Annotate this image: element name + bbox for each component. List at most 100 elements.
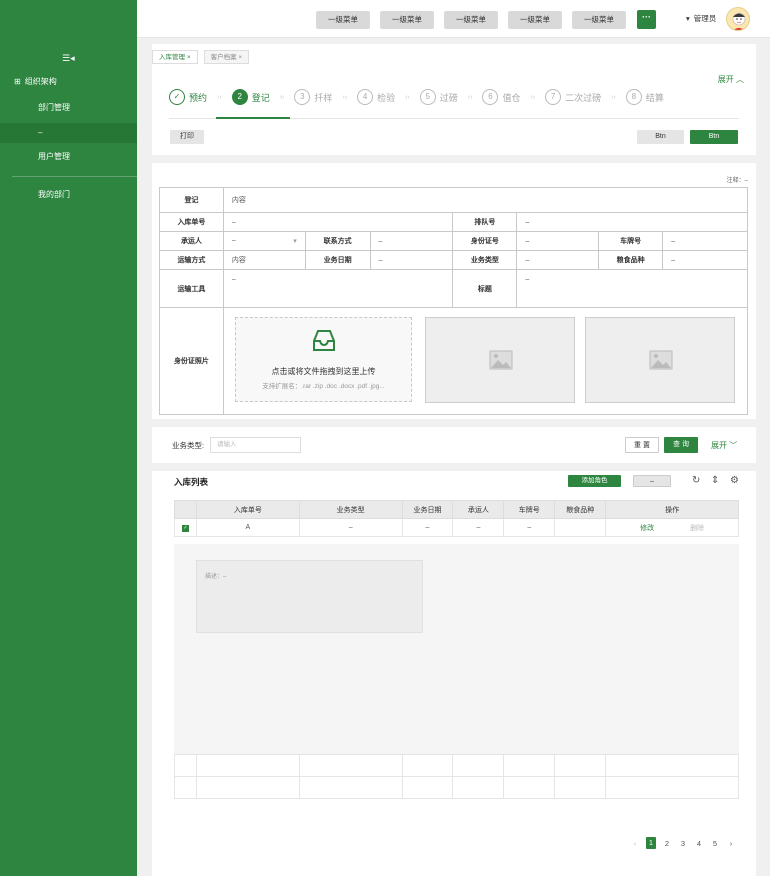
avatar[interactable]: [726, 7, 750, 31]
reset-button[interactable]: 重 置: [625, 437, 659, 453]
step-2[interactable]: 2 登记 ››: [231, 89, 284, 105]
label-date: 业务日期: [304, 250, 371, 270]
label-order: 入库单号: [159, 212, 224, 232]
step-4[interactable]: 4 检验 ››: [357, 89, 410, 105]
prev-page-icon[interactable]: ‹: [630, 839, 640, 848]
transport-field[interactable]: 内容: [222, 250, 306, 270]
sidebar-item-my-dept[interactable]: 我的部门: [0, 185, 137, 205]
page-4[interactable]: 4: [694, 839, 704, 848]
grain-field[interactable]: –: [662, 250, 748, 270]
contact-field[interactable]: –: [369, 231, 454, 251]
close-icon[interactable]: ×: [238, 54, 242, 61]
close-icon[interactable]: ×: [187, 54, 191, 61]
idcard-field[interactable]: –: [516, 231, 600, 251]
step-1[interactable]: ✓ 预约 ››: [169, 89, 222, 105]
description-box: 描述：–: [196, 560, 423, 633]
filter-label: 业务类型:: [172, 441, 205, 450]
top-menu-5[interactable]: 一级菜单: [572, 11, 626, 29]
upload-text: 点击或将文件拖拽到这里上传: [271, 367, 376, 376]
cell-plate: –: [503, 518, 556, 537]
step-6[interactable]: 6 值仓 ››: [482, 89, 535, 105]
biztype-field[interactable]: –: [516, 250, 600, 270]
page-1[interactable]: 1: [646, 837, 656, 849]
pagination: ‹ 1 2 3 4 5 ›: [630, 837, 736, 849]
step-3[interactable]: 3 扦样 ››: [294, 89, 347, 105]
top-menu-2[interactable]: 一级菜单: [380, 11, 434, 29]
page-5[interactable]: 5: [710, 839, 720, 848]
expand-toggle[interactable]: 展开 ︿: [718, 74, 744, 85]
top-menu-4[interactable]: 一级菜单: [508, 11, 562, 29]
print-button[interactable]: 打印: [170, 130, 204, 144]
upload-dropzone[interactable]: 点击或将文件拖拽到这里上传 支持扩展名：.rar .zip .doc .docx…: [235, 317, 412, 402]
process-steps: ✓ 预约 ›› 2 登记 ›› 3 扦样 ›› 4 检验 ›› 5 过磅 ›› 6 值仓 ›› 7 二次过…: [169, 89, 674, 105]
refresh-icon[interactable]: ↻: [692, 475, 700, 486]
col-carrier: 承运人: [452, 500, 505, 519]
carrier-select[interactable]: – ▾: [222, 231, 306, 251]
col-type: 业务类型: [298, 500, 403, 519]
page-2[interactable]: 2: [662, 839, 672, 848]
filter-expand[interactable]: 展开 ﹀: [711, 440, 737, 451]
order-field[interactable]: –: [222, 212, 454, 232]
delete-link[interactable]: 删除: [690, 525, 704, 532]
top-menu-1[interactable]: 一级菜单: [316, 11, 370, 29]
caret-down-icon: ▾: [686, 14, 690, 23]
user-menu[interactable]: ▾ 管理员: [686, 13, 716, 24]
user-name: 管理员: [693, 14, 717, 23]
sidebar-item-active[interactable]: –: [0, 123, 137, 143]
next-page-icon[interactable]: ›: [726, 839, 736, 848]
sidebar-item-users[interactable]: 用户管理: [0, 147, 137, 167]
caret-down-icon: ▾: [293, 238, 297, 245]
image-icon: [489, 350, 513, 370]
table-row[interactable]: ✓ A – – – – 修改 删除: [174, 518, 739, 537]
top-bar: 一级菜单 一级菜单 一级菜单 一级菜单 一级菜单 ··· ▾ 管理员: [137, 0, 770, 38]
sidebar-divider: [12, 176, 137, 177]
section-divider: [152, 463, 756, 471]
row-checkbox[interactable]: ✓: [181, 524, 189, 532]
queue-field[interactable]: –: [516, 212, 748, 232]
register-field[interactable]: 内容: [222, 187, 749, 213]
edit-link[interactable]: 修改: [640, 525, 654, 532]
org-tree-icon: ⊞: [14, 77, 21, 86]
inbound-table: 入库单号 业务类型 业务日期 承运人 车牌号 粮食品种 操作 ✓ A – – – – 修改 删…: [174, 500, 739, 537]
label-idcard: 身份证号: [452, 231, 518, 251]
sidebar-item-dept[interactable]: 部门管理: [0, 98, 137, 118]
primary-button[interactable]: Btn: [690, 130, 738, 144]
secondary-button[interactable]: Btn: [637, 130, 684, 144]
label-tool: 运输工具: [159, 269, 224, 308]
settings-icon[interactable]: ⚙: [730, 475, 739, 486]
label-plate: 车牌号: [598, 231, 664, 251]
plate-field[interactable]: –: [662, 231, 748, 251]
column-height-icon[interactable]: ⇕: [711, 475, 719, 486]
step-7[interactable]: 7 二次过磅 ››: [545, 89, 616, 105]
step-5[interactable]: 5 过磅 ››: [419, 89, 472, 105]
col-order: 入库单号: [195, 500, 300, 519]
collapse-sidebar-icon[interactable]: ☰◂: [62, 53, 75, 64]
chevron-up-icon: ︿: [736, 75, 744, 84]
empty-rows: [174, 754, 739, 799]
step-8[interactable]: 8 结算: [625, 89, 664, 105]
page-3[interactable]: 3: [678, 839, 688, 848]
tab-customer[interactable]: 客户档案 ×: [203, 50, 250, 64]
select-all-header[interactable]: [174, 500, 197, 519]
tab-inbound[interactable]: 入库管理 ×: [152, 50, 198, 64]
sidebar-group-label: 组织架构: [24, 77, 57, 86]
more-menu-button[interactable]: ···: [637, 10, 656, 29]
other-button[interactable]: –: [633, 475, 671, 487]
label-transport: 运输方式: [159, 250, 224, 270]
label-carrier: 承运人: [159, 231, 224, 251]
date-field[interactable]: –: [369, 250, 454, 270]
check-icon: ✓: [169, 89, 185, 105]
add-role-button[interactable]: 添加角色: [568, 475, 621, 487]
col-actions: 操作: [605, 500, 739, 519]
query-button[interactable]: 查 询: [664, 437, 698, 453]
label-queue: 排队号: [452, 212, 518, 232]
list-title: 入库列表: [174, 477, 209, 487]
cell-order: A: [195, 518, 300, 537]
top-menu-3[interactable]: 一级菜单: [444, 11, 498, 29]
title-textarea[interactable]: –: [516, 269, 748, 308]
sidebar: ☰◂ ⊞ 组织架构 部门管理 – 用户管理 我的部门: [0, 0, 137, 876]
main-content: 入库管理 × 客户档案 × 展开 ︿ ✓ 预约 ›› 2 登记 ›› 3 扦样 ›› 4 检验…: [152, 44, 756, 876]
tool-textarea[interactable]: –: [222, 269, 454, 308]
biztype-filter-input[interactable]: 请输入: [210, 437, 301, 453]
sidebar-group-org[interactable]: ⊞ 组织架构: [14, 76, 57, 87]
